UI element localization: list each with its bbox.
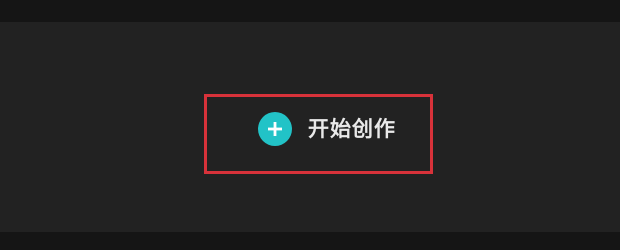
start-creation-button[interactable]: 开始创作 <box>258 112 396 146</box>
start-creation-label: 开始创作 <box>308 117 396 141</box>
plus-circle-icon <box>258 112 292 146</box>
top-strip <box>0 0 620 22</box>
bottom-strip <box>0 232 620 250</box>
